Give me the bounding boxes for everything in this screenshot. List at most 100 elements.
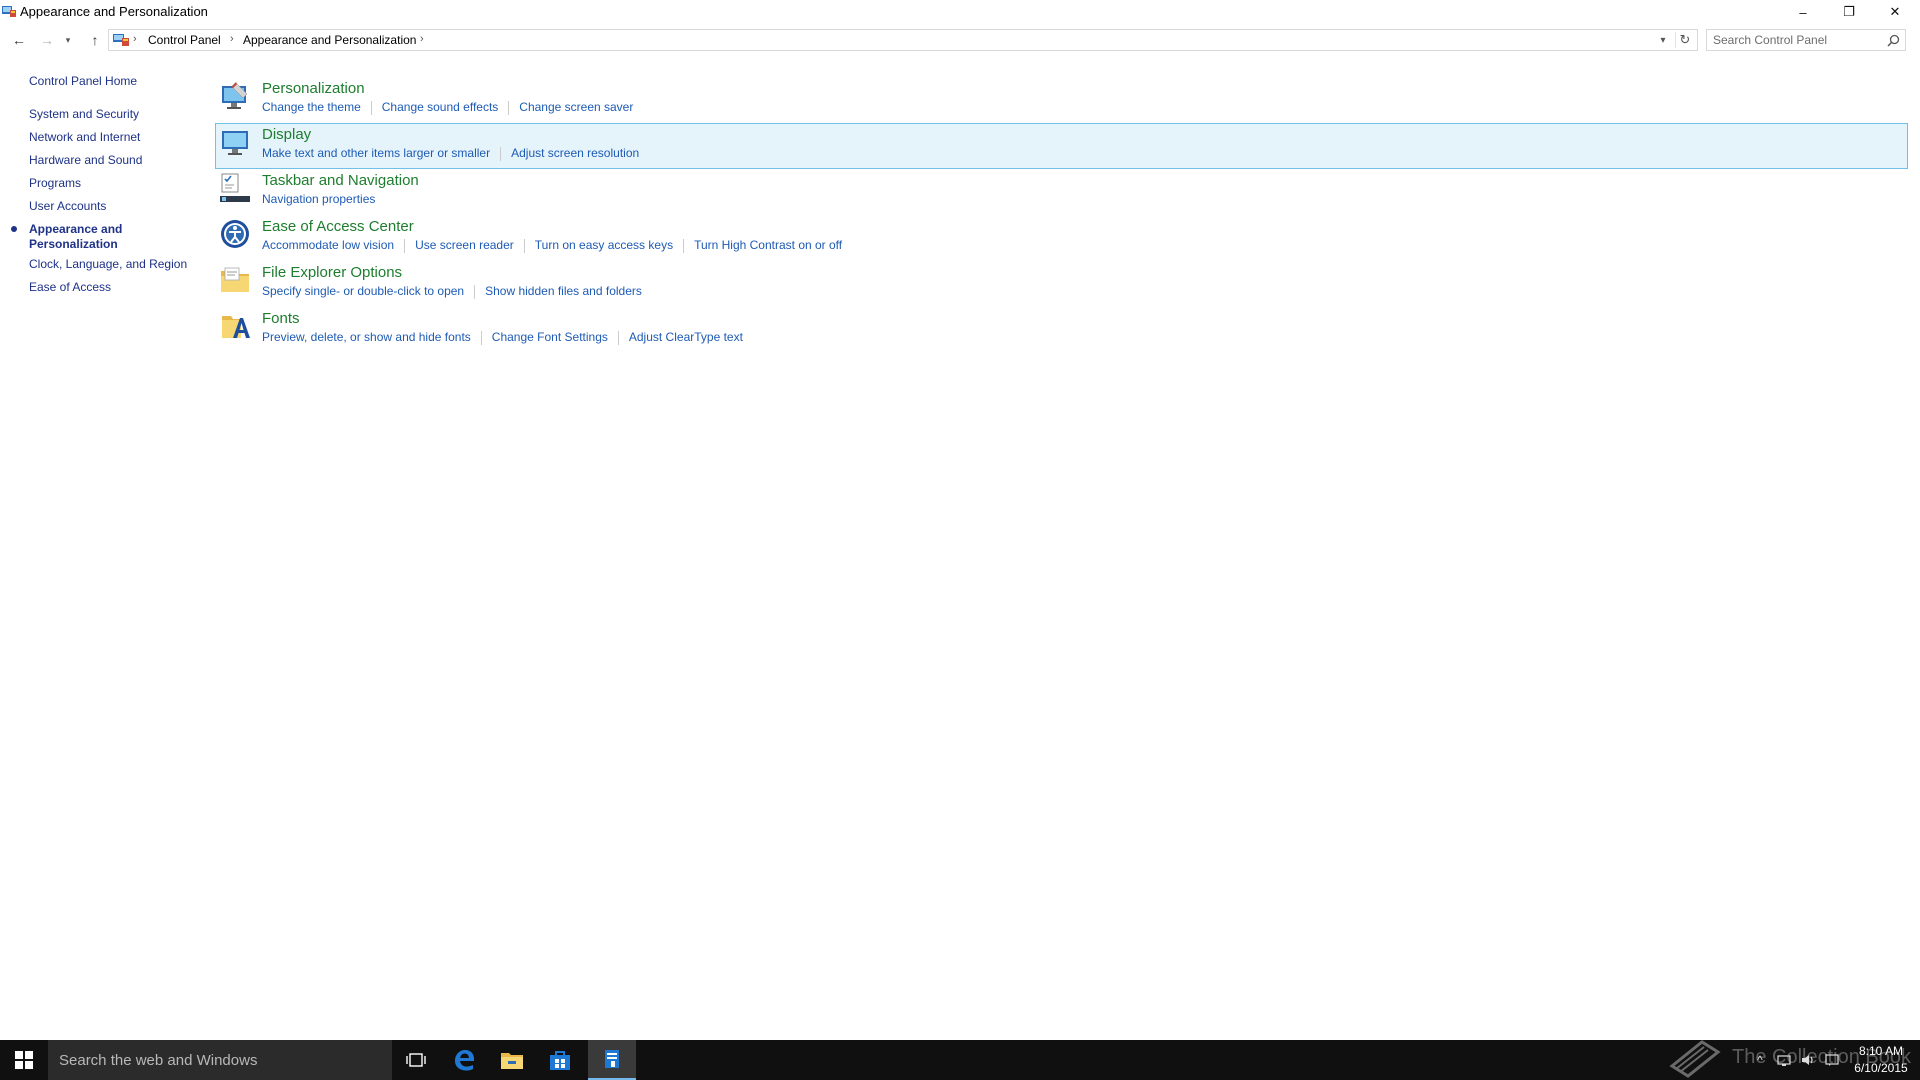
control-panel-icon <box>113 34 129 46</box>
edge-button[interactable] <box>440 1040 488 1080</box>
window-title: Appearance and Personalization <box>20 4 208 19</box>
recent-locations-button[interactable]: ▾ <box>62 28 74 52</box>
start-button[interactable] <box>0 1040 48 1080</box>
sidebar-item-system-security[interactable]: System and Security <box>29 107 139 122</box>
personalization-title[interactable]: Personalization <box>262 80 365 97</box>
task-divider <box>404 238 406 253</box>
task-view-icon <box>406 1053 426 1067</box>
change-screen-saver-link[interactable]: Change screen saver <box>519 100 633 114</box>
taskbar-navigation-tasks: Navigation properties <box>262 192 375 208</box>
taskbar-search-placeholder: Search the web and Windows <box>59 1051 258 1069</box>
preview-fonts-link[interactable]: Preview, delete, or show and hide fonts <box>262 330 471 344</box>
close-button[interactable]: ✕ <box>1872 0 1918 24</box>
taskbar-navigation-title[interactable]: Taskbar and Navigation <box>262 172 419 189</box>
task-divider <box>474 284 476 299</box>
control-panel-taskbar-button[interactable] <box>588 1040 636 1080</box>
show-hidden-files-link[interactable]: Show hidden files and folders <box>485 284 642 298</box>
taskbar: Search the web and Windows The Collectio… <box>0 1040 1920 1080</box>
breadcrumb-separator[interactable]: › <box>133 33 137 45</box>
task-divider <box>617 330 619 345</box>
clock-date: 6/10/2015 <box>1854 1061 1908 1075</box>
ease-of-access-icon[interactable] <box>219 218 251 250</box>
breadcrumb-separator[interactable]: › <box>420 33 424 45</box>
sidebar-item-clock-language-region[interactable]: Clock, Language, and Region <box>29 257 187 272</box>
sidebar-item-appearance-personalization: Appearance and Personalization <box>29 222 139 252</box>
fonts-title[interactable]: Fonts <box>262 310 300 327</box>
navigation-bar: ← → ▾ ↑ › Control Panel › Appearance and… <box>0 28 1920 52</box>
book-watermark-icon <box>1669 1040 1721 1078</box>
task-divider <box>508 100 510 115</box>
clock-time: 8:10 AM <box>1858 1044 1904 1058</box>
personalization-tasks: Change the theme Change sound effects Chan… <box>262 100 633 116</box>
file-explorer-icon <box>501 1053 523 1069</box>
make-text-larger-link[interactable]: Make text and other items larger or smal… <box>262 146 490 160</box>
ease-of-access-tasks: Accommodate low vision Use screen reader T… <box>262 238 842 254</box>
task-view-button[interactable] <box>392 1040 440 1080</box>
sidebar-item-programs[interactable]: Programs <box>29 176 81 191</box>
display-title[interactable]: Display <box>262 126 311 143</box>
sidebar-item-network-internet[interactable]: Network and Internet <box>29 130 140 145</box>
windows-logo-icon <box>15 1051 33 1069</box>
high-contrast-link[interactable]: Turn High Contrast on or off <box>694 238 842 252</box>
control-panel-icon <box>605 1050 619 1068</box>
change-font-settings-link[interactable]: Change Font Settings <box>492 330 608 344</box>
control-panel-home-link[interactable]: Control Panel Home <box>29 74 137 89</box>
taskbar-icon[interactable] <box>219 172 251 204</box>
sidebar-item-ease-of-access[interactable]: Ease of Access <box>29 280 111 295</box>
task-divider <box>523 238 525 253</box>
tray-overflow-chevron-icon[interactable]: ^ <box>1752 1052 1768 1068</box>
accommodate-low-vision-link[interactable]: Accommodate low vision <box>262 238 394 252</box>
address-bar[interactable]: › Control Panel › Appearance and Persona… <box>108 29 1698 51</box>
network-icon[interactable] <box>1776 1052 1792 1068</box>
change-theme-link[interactable]: Change the theme <box>262 100 361 114</box>
sidebar-current-line-2: Personalization <box>29 237 118 251</box>
sidebar-item-hardware-sound[interactable]: Hardware and Sound <box>29 153 142 168</box>
fonts-tasks: Preview, delete, or show and hide fonts C… <box>262 330 743 346</box>
search-box[interactable] <box>1706 29 1906 51</box>
sidebar-item-user-accounts[interactable]: User Accounts <box>29 199 106 214</box>
refresh-button[interactable]: ↻ <box>1675 32 1694 48</box>
file-explorer-options-tasks: Specify single- or double-click to open S… <box>262 284 642 300</box>
task-divider <box>480 330 482 345</box>
easy-access-keys-link[interactable]: Turn on easy access keys <box>535 238 673 252</box>
file-explorer-options-title[interactable]: File Explorer Options <box>262 264 402 281</box>
navigation-properties-link[interactable]: Navigation properties <box>262 192 375 206</box>
display-icon[interactable] <box>219 126 251 158</box>
adjust-cleartype-link[interactable]: Adjust ClearType text <box>629 330 743 344</box>
address-dropdown-button[interactable]: ▾ <box>1655 32 1671 48</box>
control-panel-app-icon <box>2 6 16 17</box>
forward-button[interactable]: → <box>37 28 57 52</box>
task-divider <box>500 146 502 161</box>
search-icon[interactable] <box>1887 34 1900 47</box>
search-input[interactable] <box>1713 32 1873 48</box>
clock[interactable]: 8:10 AM 6/10/2015 <box>1850 1043 1912 1077</box>
current-item-bullet <box>11 226 17 232</box>
display-tasks: Make text and other items larger or smal… <box>262 146 639 162</box>
folder-options-icon[interactable] <box>219 264 251 296</box>
edge-icon <box>455 1050 474 1071</box>
back-button[interactable]: ← <box>9 28 29 52</box>
store-button[interactable] <box>536 1040 584 1080</box>
sidebar-current-line-1: Appearance and <box>29 222 123 236</box>
change-sound-effects-link[interactable]: Change sound effects <box>382 100 499 114</box>
task-divider <box>370 100 372 115</box>
ease-of-access-center-title[interactable]: Ease of Access Center <box>262 218 414 235</box>
up-button[interactable]: ↑ <box>85 28 105 52</box>
use-screen-reader-link[interactable]: Use screen reader <box>415 238 514 252</box>
task-divider <box>683 238 685 253</box>
action-center-icon[interactable] <box>1824 1052 1840 1068</box>
minimize-button[interactable]: – <box>1780 0 1826 24</box>
breadcrumb-control-panel[interactable]: Control Panel <box>148 33 221 47</box>
single-double-click-link[interactable]: Specify single- or double-click to open <box>262 284 464 298</box>
title-bar: Appearance and Personalization – ❐ ✕ <box>0 0 1920 24</box>
taskbar-search-box[interactable]: Search the web and Windows <box>48 1040 392 1080</box>
maximize-button[interactable]: ❐ <box>1826 0 1872 24</box>
breadcrumb-separator[interactable]: › <box>230 33 234 45</box>
fonts-icon[interactable] <box>219 310 251 342</box>
file-explorer-button[interactable] <box>488 1040 536 1080</box>
store-icon <box>550 1051 570 1070</box>
volume-icon[interactable] <box>1800 1052 1816 1068</box>
adjust-screen-resolution-link[interactable]: Adjust screen resolution <box>511 146 639 160</box>
personalization-icon[interactable] <box>219 80 251 112</box>
breadcrumb-appearance[interactable]: Appearance and Personalization <box>243 33 416 47</box>
